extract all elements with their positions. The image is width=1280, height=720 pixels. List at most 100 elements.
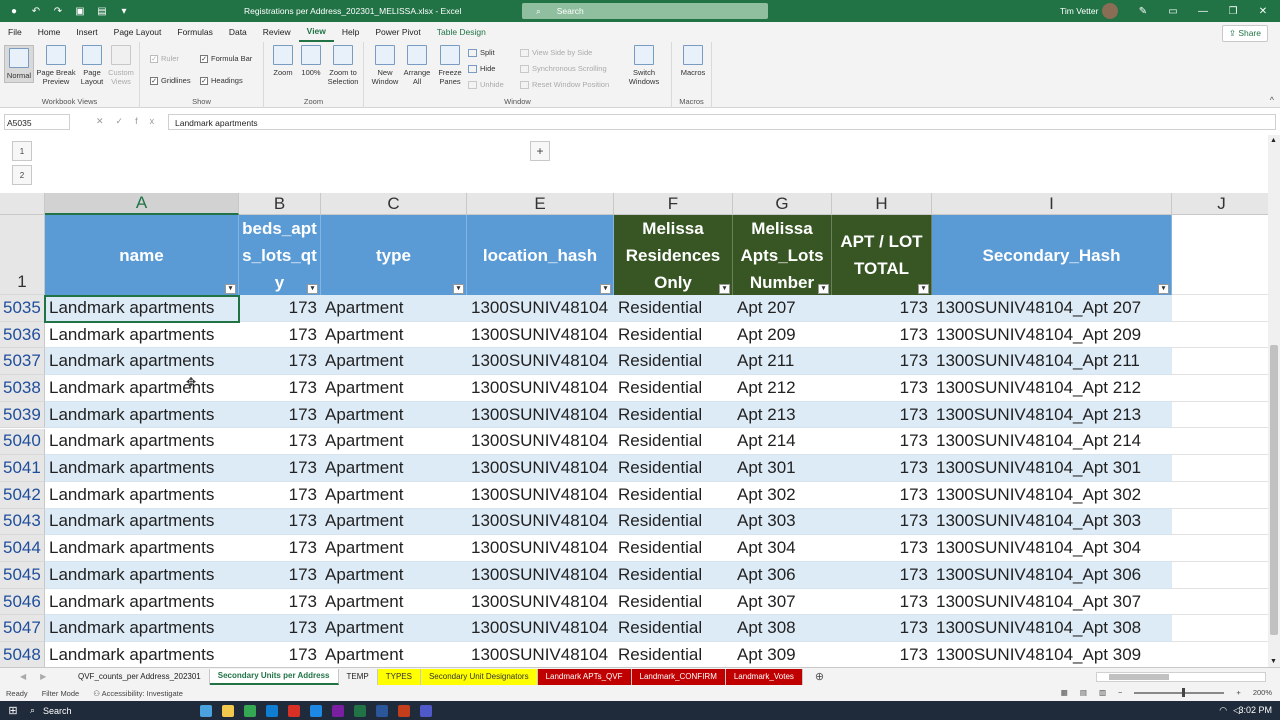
cell-b[interactable]: 173	[239, 562, 321, 589]
cell-g[interactable]: Apt 207	[733, 295, 832, 322]
cell-j[interactable]	[1172, 295, 1268, 322]
ribbon-display-icon[interactable]: ▭	[1158, 0, 1188, 22]
column-header-f[interactable]: F	[614, 193, 733, 215]
cancel-icon[interactable]: ✕	[96, 116, 116, 126]
cell-j[interactable]	[1172, 642, 1268, 667]
macros-button[interactable]: Macros	[678, 45, 708, 77]
cell-e[interactable]: 1300SUNIV48104	[467, 509, 614, 536]
outline-level-2-button[interactable]: 2	[12, 165, 32, 185]
filter-icon[interactable]: ▾	[307, 284, 318, 294]
row-header[interactable]: 5037	[0, 348, 45, 376]
cell-f[interactable]: Residential	[614, 295, 733, 322]
vertical-scroll-thumb[interactable]	[1270, 345, 1278, 635]
minimize-icon[interactable]: —	[1188, 0, 1218, 22]
cell-b[interactable]: 173	[239, 402, 321, 429]
reset-window-position-button[interactable]: Reset Window Position	[520, 80, 609, 89]
headings-checkbox[interactable]: ✓ Headings	[200, 76, 243, 85]
cell-a[interactable]: Landmark apartments	[45, 429, 239, 456]
cell-h[interactable]: 173	[832, 509, 932, 536]
header-cell-secondary-hash[interactable]: Secondary_Hash ▾	[932, 215, 1172, 295]
scroll-up-icon[interactable]: ▲	[1270, 137, 1277, 144]
cell-b[interactable]: 173	[239, 535, 321, 562]
zoom-button[interactable]: Zoom	[270, 45, 296, 77]
filter-icon[interactable]: ▾	[1158, 284, 1169, 294]
column-header-a[interactable]: A	[45, 193, 239, 215]
cell-c[interactable]: Apartment	[321, 429, 467, 456]
sheet-tab-temp[interactable]: TEMP	[339, 668, 378, 685]
tab-data[interactable]: Data	[221, 22, 255, 42]
cell-g[interactable]: Apt 301	[733, 455, 832, 482]
cell-e[interactable]: 1300SUNIV48104	[467, 562, 614, 589]
cell-e[interactable]: 1300SUNIV48104	[467, 535, 614, 562]
cell-f[interactable]: Residential	[614, 589, 733, 616]
close-icon[interactable]: ✕	[1248, 0, 1278, 22]
formula-input[interactable]: Landmark apartments	[168, 114, 1276, 130]
cell-h[interactable]: 173	[832, 295, 932, 322]
tab-home[interactable]: Home	[30, 22, 69, 42]
wifi-icon[interactable]: ◠	[1219, 705, 1227, 716]
column-header-b[interactable]: B	[239, 193, 321, 215]
cell-e[interactable]: 1300SUNIV48104	[467, 295, 614, 322]
cell-i[interactable]: 1300SUNIV48104_Apt 309	[932, 642, 1172, 667]
restore-icon[interactable]: ❐	[1218, 0, 1248, 22]
cell-g[interactable]: Apt 308	[733, 615, 832, 643]
prev-sheet-icon[interactable]: ◀	[20, 672, 26, 681]
cell-f[interactable]: Residential	[614, 562, 733, 589]
row-header[interactable]: 5040	[0, 428, 45, 456]
cell-h[interactable]: 173	[832, 615, 932, 643]
row-header[interactable]: 5042	[0, 481, 45, 509]
save-icon[interactable]: ▣	[74, 5, 86, 17]
cell-e[interactable]: 1300SUNIV48104	[467, 429, 614, 456]
sheet-tab-qvf-counts[interactable]: QVF_counts_per Address_202301	[70, 668, 210, 685]
row-header[interactable]: 5044	[0, 535, 45, 562]
undo-icon[interactable]: ↶	[30, 5, 42, 17]
page-break-view-icon[interactable]: ▥	[1099, 688, 1106, 697]
cell-f[interactable]: Residential	[614, 482, 733, 509]
cell-g[interactable]: Apt 306	[733, 562, 832, 589]
new-window-button[interactable]: New Window	[370, 45, 400, 86]
cell-a[interactable]: Landmark apartments	[45, 535, 239, 562]
cell-j[interactable]	[1172, 482, 1268, 509]
cell-f[interactable]: Residential	[614, 642, 733, 667]
excel-icon[interactable]	[354, 705, 366, 717]
cell-b[interactable]: 173	[239, 509, 321, 536]
cell-e[interactable]: 1300SUNIV48104	[467, 589, 614, 616]
cell-c[interactable]: Apartment	[321, 455, 467, 482]
cell-c[interactable]: Apartment	[321, 509, 467, 536]
split-button[interactable]: Split	[468, 48, 495, 57]
row-header[interactable]: 5036	[0, 321, 45, 349]
task-view-icon[interactable]	[200, 705, 212, 717]
cell-c[interactable]: Apartment	[321, 348, 467, 376]
cell-g[interactable]: Apt 303	[733, 509, 832, 536]
tab-review[interactable]: Review	[255, 22, 299, 42]
tab-view[interactable]: View	[298, 22, 334, 42]
cell-j[interactable]	[1172, 455, 1268, 482]
cell-e[interactable]: 1300SUNIV48104	[467, 322, 614, 349]
sheet-tab-types[interactable]: TYPES	[377, 668, 421, 685]
cell-h[interactable]: 173	[832, 562, 932, 589]
column-header-i[interactable]: I	[932, 193, 1172, 215]
cell-e[interactable]: 1300SUNIV48104	[467, 402, 614, 429]
cell-i[interactable]: 1300SUNIV48104_Apt 301	[932, 455, 1172, 482]
next-sheet-icon[interactable]: ▶	[40, 672, 46, 681]
cell-g[interactable]: Apt 214	[733, 429, 832, 456]
cell-b[interactable]: 173	[239, 642, 321, 667]
column-header-e[interactable]: E	[467, 193, 614, 215]
cell-h[interactable]: 173	[832, 375, 932, 402]
cell-f[interactable]: Residential	[614, 615, 733, 643]
add-sheet-icon[interactable]: ⊕	[803, 670, 824, 683]
cell-h[interactable]: 173	[832, 535, 932, 562]
cell-b[interactable]: 173	[239, 375, 321, 402]
outlook-icon[interactable]	[310, 705, 322, 717]
row-header-1[interactable]: 1	[0, 215, 45, 295]
cell-c[interactable]: Apartment	[321, 402, 467, 429]
cell-a[interactable]: Landmark apartments	[45, 295, 239, 322]
word-icon[interactable]	[376, 705, 388, 717]
custom-views-button[interactable]: Custom Views	[106, 45, 136, 86]
user-name[interactable]: Tim Vetter	[1060, 6, 1098, 16]
cell-e[interactable]: 1300SUNIV48104	[467, 375, 614, 402]
cell-b[interactable]: 173	[239, 295, 321, 322]
cell-c[interactable]: Apartment	[321, 562, 467, 589]
cell-b[interactable]: 173	[239, 429, 321, 456]
cell-c[interactable]: Apartment	[321, 322, 467, 349]
